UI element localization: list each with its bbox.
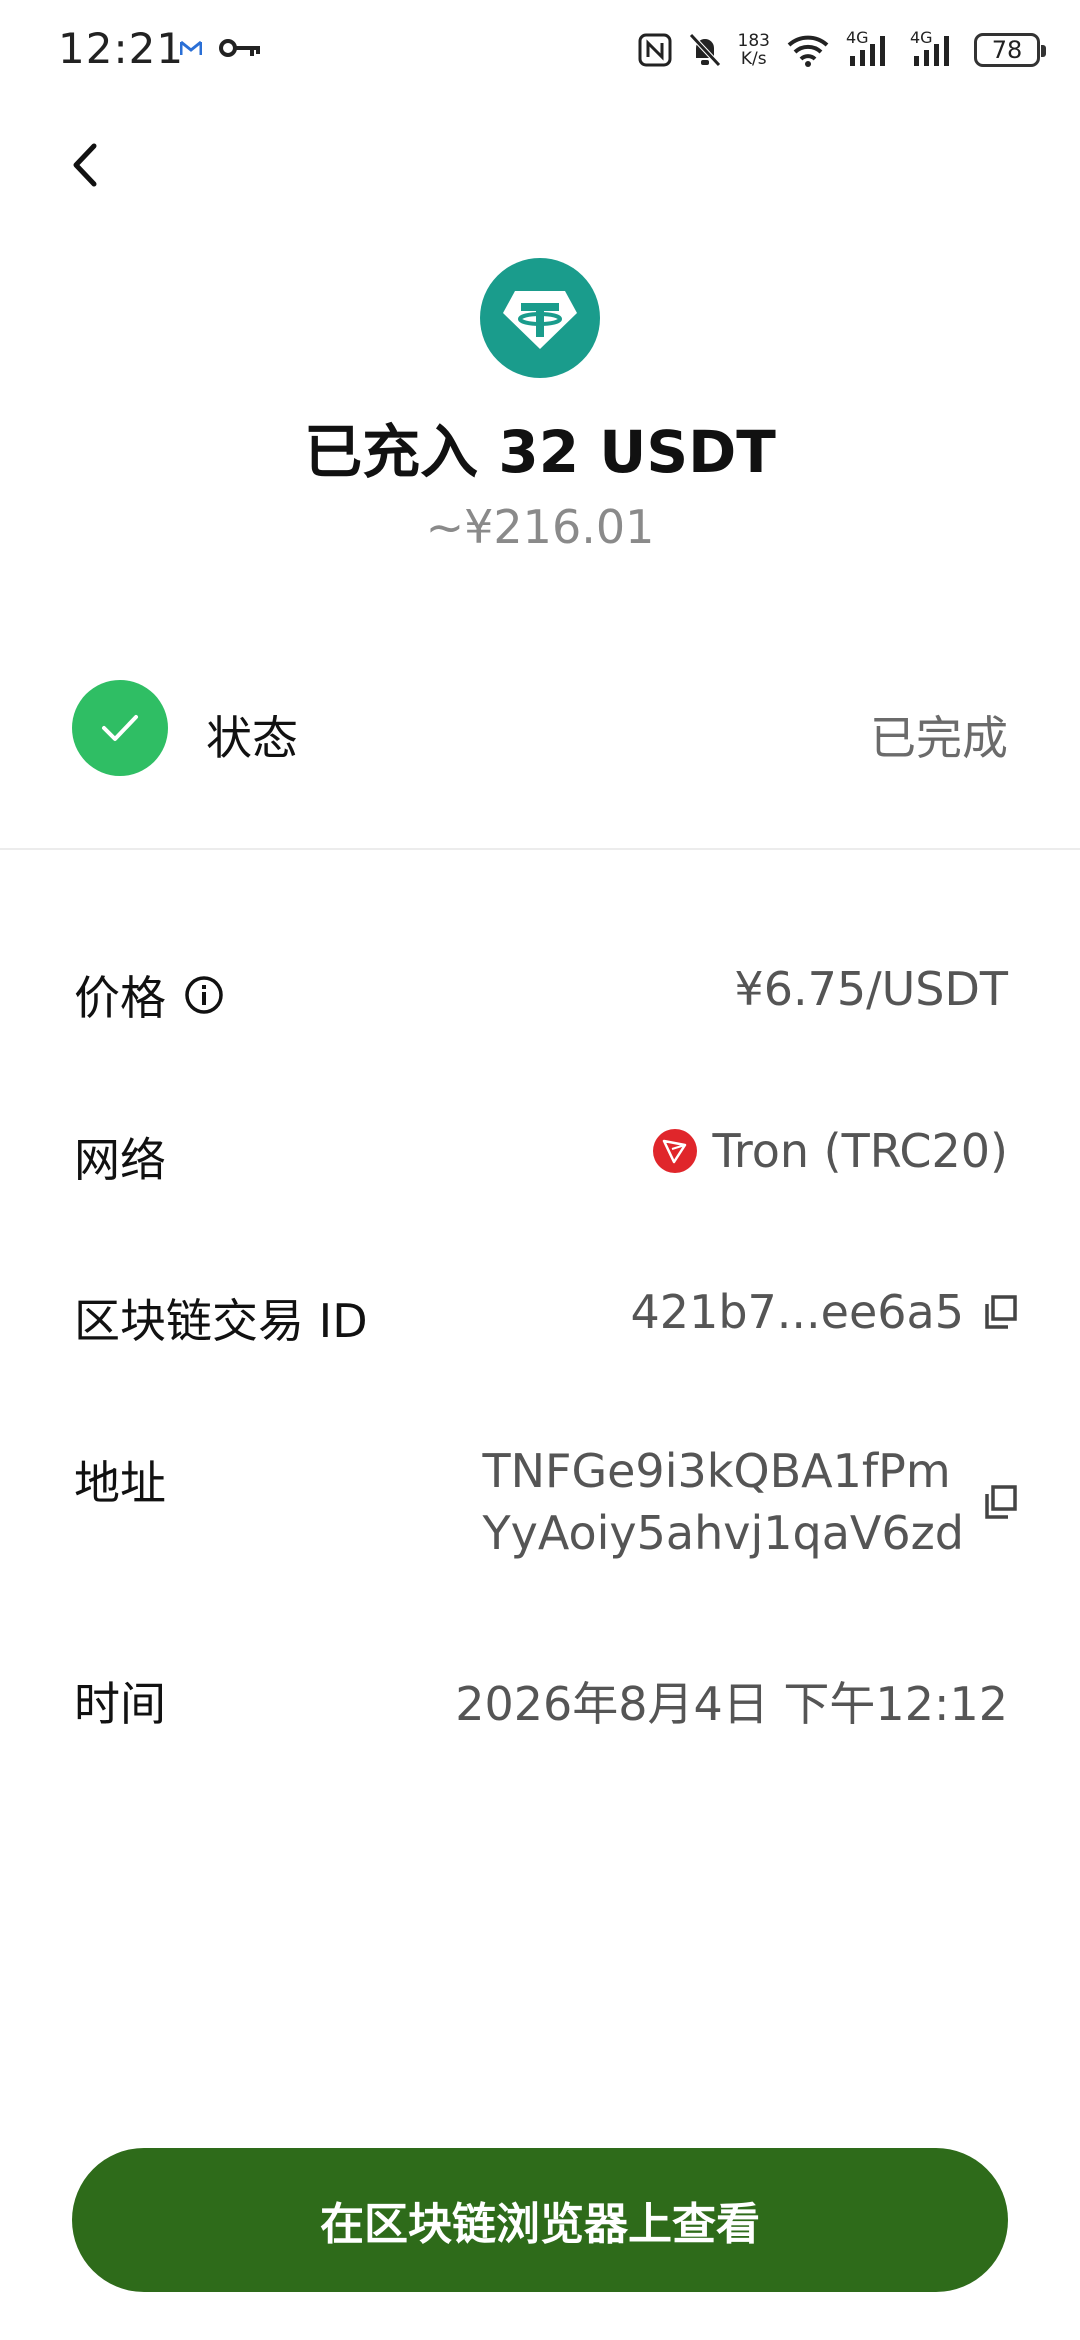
network-speed-unit: K/s <box>740 49 767 69</box>
back-button[interactable] <box>60 140 110 190</box>
tx-id-value: 421b7...ee6a5 <box>630 1285 964 1339</box>
view-on-explorer-button[interactable]: 在区块链浏览器上查看 <box>72 2148 1008 2292</box>
price-label-row: 价格 <box>74 962 224 1028</box>
signal-2: 4G <box>910 28 958 68</box>
cell-signal-icon <box>914 36 949 66</box>
status-icons: 183 K/s 4G 4G 78 <box>638 28 1046 72</box>
battery-level: 78 <box>991 36 1023 64</box>
time-value-row: 2026年8月4日 下午12:12 <box>455 1668 1008 1734</box>
tron-icon <box>652 1129 697 1173</box>
time-label-row: 时间 <box>74 1668 166 1734</box>
network-value: Tron (TRC20) <box>712 1124 1008 1178</box>
price-value-row: ¥6.75/USDT <box>734 962 1008 1016</box>
network-speed-value: 183 <box>737 31 770 51</box>
cell-signal-icon <box>850 36 885 66</box>
chevron-left-icon <box>73 143 97 187</box>
status-label: 状态 <box>206 711 298 765</box>
network-label-row: 网络 <box>74 1124 166 1190</box>
network-speed: 183 K/s <box>738 32 770 68</box>
divider <box>0 848 1080 850</box>
battery-icon: 78 <box>974 33 1046 67</box>
wifi-icon <box>787 35 829 67</box>
nfc-icon <box>638 33 672 67</box>
time-label: 时间 <box>74 1677 166 1731</box>
address-line-2: YyAoiy5ahvj1qaV6zd <box>482 1506 964 1560</box>
tx-id-label-row: 区块链交易 ID <box>74 1285 368 1351</box>
time-value: 2026年8月4日 下午12:12 <box>455 1677 1008 1731</box>
copy-tx-id-button[interactable] <box>978 1290 1022 1334</box>
mail-icon <box>180 40 202 55</box>
status-bar: 12:21 183 K/s 4G 4G 78 <box>0 0 1080 100</box>
address-value: TNFGe9i3kQBA1fPm YyAoiy5ahvj1qaV6zd <box>483 1440 964 1564</box>
key-icon <box>219 39 260 57</box>
address-label-row: 地址 <box>74 1447 166 1513</box>
copy-icon <box>985 1485 1017 1519</box>
page-title: 已充入 32 USDT <box>304 418 776 486</box>
fiat-value: ~¥216.01 <box>425 500 655 554</box>
address-label: 地址 <box>74 1456 166 1510</box>
status-time: 12:21 <box>58 24 185 73</box>
status-value: 已完成 <box>870 711 1008 765</box>
price-label: 价格 <box>74 971 166 1025</box>
tx-id-value-row: 421b7...ee6a5 <box>631 1285 1022 1339</box>
tx-id-label: 区块链交易 ID <box>74 1294 368 1348</box>
status-row: 状态 已完成 <box>72 680 1008 776</box>
address-value-row: TNFGe9i3kQBA1fPm YyAoiy5ahvj1qaV6zd <box>483 1440 1022 1564</box>
info-icon[interactable] <box>184 975 224 1015</box>
copy-address-button[interactable] <box>978 1480 1022 1524</box>
check-icon <box>72 680 168 776</box>
mute-bell-icon <box>688 33 721 67</box>
network-label: 网络 <box>74 1133 166 1187</box>
copy-icon <box>985 1295 1017 1329</box>
signal-1: 4G <box>846 28 894 68</box>
price-value: ¥6.75/USDT <box>734 962 1008 1016</box>
tether-icon <box>480 258 600 378</box>
address-line-1: TNFGe9i3kQBA1fPm <box>482 1444 951 1498</box>
network-value-row: Tron (TRC20) <box>652 1124 1008 1178</box>
